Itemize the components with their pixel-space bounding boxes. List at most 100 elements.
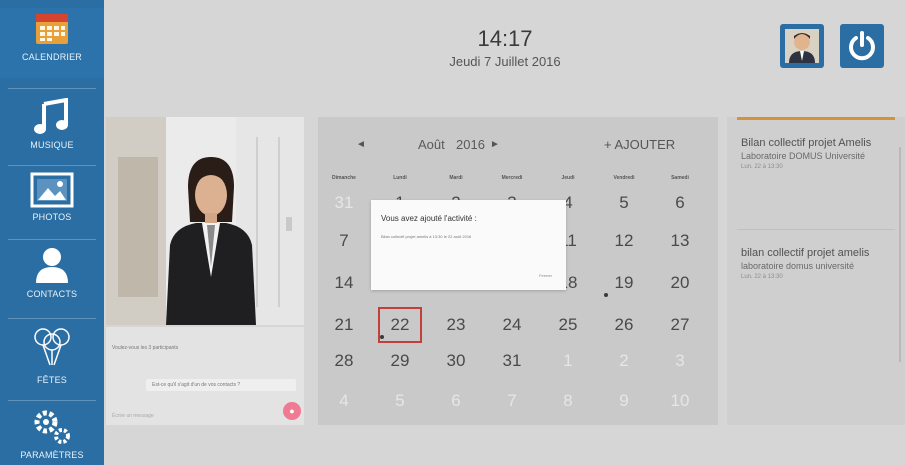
event-location: laboratoire domus université: [741, 261, 855, 271]
sidebar-item-label: MUSIQUE: [30, 140, 74, 150]
calendar-day[interactable]: 5: [602, 185, 646, 221]
calendar-day[interactable]: 9: [602, 383, 646, 419]
sidebar-item-contacts[interactable]: CONTACTS: [0, 245, 104, 307]
balloon-icon: [34, 328, 70, 366]
sidebar-item-fetes[interactable]: FÊTES: [0, 325, 104, 397]
prev-month-button[interactable]: ◄: [356, 139, 366, 150]
event-item[interactable]: bilan collectif projet amelis laboratoir…: [741, 247, 891, 280]
event-indicator-dot: [604, 293, 608, 297]
power-icon: [849, 31, 875, 61]
chat-input[interactable]: Écrire un message: [112, 413, 154, 419]
calendar-day[interactable]: 2: [602, 343, 646, 379]
event-item[interactable]: Bilan collectif projet Amelis Laboratoir…: [741, 137, 891, 170]
calendar-day[interactable]: 6: [434, 383, 478, 419]
divider: [8, 400, 96, 401]
confirmation-dialog: Vous avez ajouté l'activité : Bilan coll…: [371, 200, 566, 290]
sidebar-item-label: PARAMÈTRES: [20, 450, 84, 460]
dialog-title: Vous avez ajouté l'activité :: [381, 214, 477, 223]
divider: [8, 239, 96, 240]
weekday-header: Vendredi: [613, 175, 635, 181]
user-message: Est-ce qu'il s'agit d'un de vos contacts…: [146, 379, 296, 391]
calendar-day[interactable]: 31: [322, 185, 366, 221]
calendar-day[interactable]: 14: [322, 265, 366, 301]
calendar-day[interactable]: 10: [658, 383, 702, 419]
dialog-close-button[interactable]: Fermer: [539, 273, 552, 278]
microphone-button[interactable]: ●: [283, 402, 301, 420]
event-indicator-dot: [380, 335, 384, 339]
chat-panel: Voulez-vous les 3 participants Est-ce qu…: [106, 327, 304, 425]
calendar-day[interactable]: 7: [322, 223, 366, 259]
calendar-day[interactable]: 26: [602, 307, 646, 343]
calendar-day[interactable]: 5: [378, 383, 422, 419]
sidebar-item-label: CALENDRIER: [21, 52, 82, 62]
virtual-assistant-image: [106, 117, 304, 325]
calendar-day[interactable]: 28: [322, 343, 366, 379]
profile-button[interactable]: [780, 24, 824, 68]
event-title: bilan collectif projet amelis: [741, 247, 870, 259]
music-icon: [34, 98, 68, 134]
events-scrollbar[interactable]: [899, 147, 901, 362]
weekday-header: Mardi: [449, 175, 463, 181]
event-title: Bilan collectif projet Amelis: [741, 137, 872, 149]
contact-icon: [36, 248, 68, 283]
clock-time: 14:17: [477, 26, 533, 51]
sidebar-item-calendrier[interactable]: CALENDRIER: [0, 8, 104, 78]
event-date: Lun. 22 à 13:30: [741, 164, 783, 170]
calendar-header: ◄ Août 2016 ► + AJOUTER: [318, 117, 718, 167]
gears-icon: [34, 410, 70, 444]
calendar-day[interactable]: 23: [434, 307, 478, 343]
sidebar-item-photos[interactable]: PHOTOS: [0, 172, 104, 232]
calendar-day[interactable]: 12: [602, 223, 646, 259]
user-avatar-icon: [785, 29, 819, 63]
sidebar-item-label: CONTACTS: [26, 289, 78, 299]
calendar-day[interactable]: 8: [546, 383, 590, 419]
calendar-day[interactable]: 27: [658, 307, 702, 343]
calendar-year: 2016: [456, 137, 485, 152]
weekday-header: Lundi: [393, 175, 407, 181]
calendar-day[interactable]: 6: [658, 185, 702, 221]
calendar-day[interactable]: 13: [658, 223, 702, 259]
microphone-icon: ●: [289, 406, 295, 416]
calendar-day[interactable]: 7: [490, 383, 534, 419]
event-date: Lun. 22 à 13:30: [741, 274, 783, 280]
sidebar-item-parametres[interactable]: PARAMÈTRES: [0, 406, 104, 465]
dialog-message: Bilan collectif projet amelis à 13:30 le…: [381, 234, 472, 239]
calendar-day[interactable]: 3: [658, 343, 702, 379]
calendar-day[interactable]: 1: [546, 343, 590, 379]
weekday-header: Dimanche: [332, 175, 356, 181]
power-button[interactable]: [840, 24, 884, 68]
sidebar-item-label: PHOTOS: [32, 212, 72, 222]
events-panel: Bilan collectif projet Amelis Laboratoir…: [727, 117, 905, 425]
calendar-day[interactable]: 4: [322, 383, 366, 419]
divider: [8, 88, 96, 89]
agent-message: Voulez-vous les 3 participants: [112, 345, 179, 351]
weekday-header: Samedi: [671, 175, 689, 181]
calendar-day[interactable]: 31: [490, 343, 534, 379]
calendar-icon: [36, 14, 68, 44]
divider: [8, 165, 96, 166]
calendar-day[interactable]: 19: [602, 265, 646, 301]
calendar-day[interactable]: 20: [658, 265, 702, 301]
sidebar: CALENDRIER MUSIQUE PHOTOS CONTACTS FÊTES…: [0, 0, 104, 465]
sidebar-item-musique[interactable]: MUSIQUE: [0, 98, 104, 158]
clock-date: Jeudi 7 Juillet 2016: [449, 54, 561, 69]
event-location: Laboratoire DOMUS Université: [741, 151, 866, 161]
calendar-day[interactable]: 30: [434, 343, 478, 379]
calendar-day[interactable]: 29: [378, 343, 422, 379]
divider: [737, 229, 895, 230]
weekday-header: Mercredi: [501, 175, 523, 181]
virtual-assistant-panel: [106, 117, 304, 325]
divider: [8, 318, 96, 319]
calendar-day-selected[interactable]: 22: [378, 307, 422, 343]
weekday-header: Jeudi: [561, 175, 575, 181]
sidebar-item-label: FÊTES: [36, 375, 67, 385]
photo-icon: [30, 172, 74, 208]
calendar-day[interactable]: 21: [322, 307, 366, 343]
add-event-button[interactable]: + AJOUTER: [604, 137, 675, 152]
clock: 14:17 Jeudi 7 Juillet 2016: [420, 26, 590, 69]
events-accent-bar: [737, 117, 895, 120]
calendar-month: Août: [418, 137, 445, 152]
calendar-day[interactable]: 25: [546, 307, 590, 343]
calendar-day[interactable]: 24: [490, 307, 534, 343]
next-month-button[interactable]: ►: [490, 139, 500, 150]
